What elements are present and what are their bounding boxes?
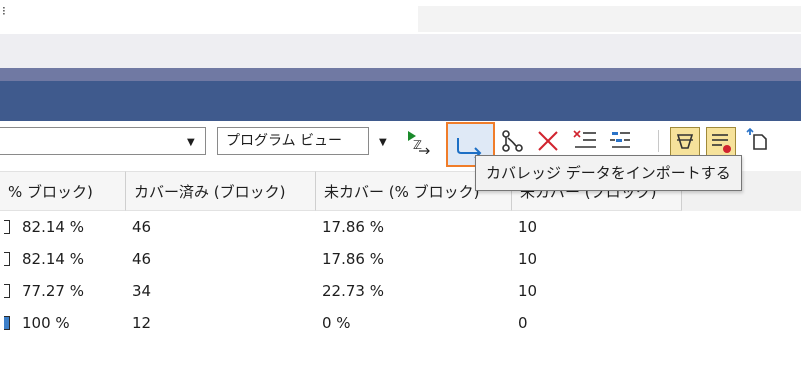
top-field (418, 6, 801, 32)
view-combo[interactable]: プログラム ビュー (217, 127, 369, 155)
table-row[interactable]: 82.14 % 46 17.86 % 10 (0, 243, 801, 275)
delete-icon[interactable] (535, 128, 561, 154)
table-row[interactable]: 77.27 % 34 22.73 % 10 (0, 275, 801, 307)
covered-pct-cell: 100 % (22, 314, 70, 332)
coverage-bar-icon (4, 252, 10, 266)
table-row[interactable]: 82.14 % 46 17.86 % 10 (0, 211, 801, 243)
uncovered-blocks-cell: 0 (518, 314, 528, 332)
coverage-bar-icon (4, 284, 10, 298)
chevron-down-icon[interactable]: ▼ (379, 137, 387, 148)
window-title-bar (0, 81, 801, 121)
uncovered-pct-cell: 0 % (322, 314, 351, 332)
coverage-bar-icon (4, 220, 10, 234)
remove-all-icon[interactable] (572, 128, 598, 154)
settings-icon[interactable] (608, 128, 634, 154)
top-glyph: ⁝ (2, 4, 6, 18)
covered-blocks-cell: 34 (132, 282, 152, 300)
uncovered-pct-cell: 22.73 % (322, 282, 384, 300)
table-row[interactable]: 100 % 12 0 % 0 (0, 307, 801, 339)
covered-pct-cell: 82.14 % (22, 250, 84, 268)
column-header-covered-blocks[interactable]: カバー済み (ブロック) (126, 171, 316, 211)
covered-pct-cell: 77.27 % (22, 282, 84, 300)
covered-blocks-cell: 46 (132, 218, 152, 236)
import-tooltip: カバレッジ データをインポートする (475, 155, 742, 191)
uncovered-blocks-cell: 10 (518, 218, 538, 236)
export-icon[interactable] (746, 127, 772, 153)
chevron-down-icon[interactable]: ▼ (187, 137, 195, 148)
run-coverage-icon[interactable]: ℤ (405, 128, 431, 154)
covered-pct-cell: 82.14 % (22, 218, 84, 236)
results-combo[interactable] (0, 127, 206, 155)
top-bar: ⁝ (0, 0, 801, 34)
svg-text:ℤ: ℤ (413, 138, 422, 152)
tab-strip (0, 34, 801, 68)
merge-results-icon[interactable] (500, 128, 526, 154)
column-header-covered-pct[interactable]: % ブロック) (0, 171, 126, 211)
covered-blocks-cell: 46 (132, 250, 152, 268)
uncovered-pct-cell: 17.86 % (322, 250, 384, 268)
add-remove-columns-icon[interactable] (706, 127, 736, 157)
uncovered-pct-cell: 17.86 % (322, 218, 384, 236)
coverage-bar-icon (4, 316, 10, 330)
uncovered-blocks-cell: 10 (518, 282, 538, 300)
toolbar-separator (658, 130, 659, 152)
highlight-icon[interactable] (670, 127, 700, 157)
uncovered-blocks-cell: 10 (518, 250, 538, 268)
covered-blocks-cell: 12 (132, 314, 152, 332)
title-divider (0, 68, 801, 81)
